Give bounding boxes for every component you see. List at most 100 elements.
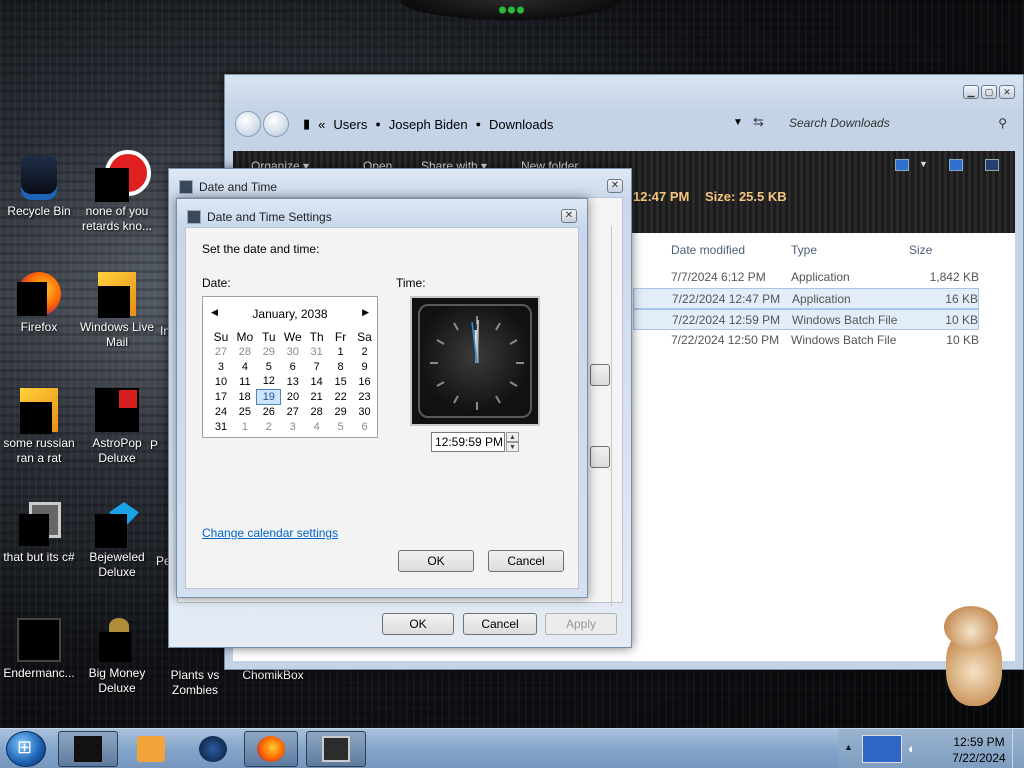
desktop-icon-plants-vs-zombies[interactable]: Plants vs Zombies (156, 668, 234, 698)
change-date-button-partial[interactable] (590, 364, 610, 386)
maximize-button[interactable]: ▢ (981, 85, 997, 99)
view-dropdown-icon[interactable]: ▼ (919, 159, 928, 169)
file-row[interactable]: 7/22/2024 12:59 PM Windows Batch File 10… (633, 309, 979, 330)
change-calendar-settings-link[interactable]: Change calendar settings (202, 526, 338, 540)
calendar-day[interactable]: 28 (305, 404, 329, 419)
calendar-day[interactable]: 30 (353, 404, 377, 419)
address-dropdown-icon[interactable]: ▼ (733, 117, 743, 128)
calendar-day[interactable]: 6 (353, 419, 377, 434)
cancel-button[interactable]: Cancel (463, 613, 537, 635)
column-date-modified[interactable]: Date modified (671, 243, 745, 257)
calendar-day[interactable]: 23 (353, 389, 377, 404)
calendar-day[interactable]: 13 (281, 374, 305, 389)
preview-pane-icon[interactable] (949, 159, 963, 171)
search-icon[interactable]: ⚲ (998, 111, 1007, 135)
calendar-day[interactable]: 21 (305, 389, 329, 404)
calendar-day[interactable]: 2 (353, 344, 377, 359)
calendar-day[interactable]: 12 (257, 374, 281, 389)
calendar-day[interactable]: 31 (209, 419, 233, 434)
desktop-icon-rat[interactable]: some russian ran a rat (0, 388, 78, 466)
calendar-day[interactable]: 11 (233, 374, 257, 389)
breadcrumb-separator-icon[interactable]: ● (375, 119, 380, 129)
file-row[interactable]: 7/7/2024 6:12 PM Application 1,842 KB (633, 267, 979, 288)
calendar-day[interactable]: 4 (233, 359, 257, 374)
desktop-icon-windows-live-mail[interactable]: Windows Live Mail (78, 272, 156, 350)
calendar-day[interactable]: 26 (257, 404, 281, 419)
change-timezone-button-partial[interactable] (590, 446, 610, 468)
calendar-day[interactable]: 25 (233, 404, 257, 419)
column-size[interactable]: Size (909, 243, 932, 257)
breadcrumb-user[interactable]: Joseph Biden (389, 117, 468, 132)
taskbar-button[interactable] (124, 731, 178, 767)
calendar-day[interactable]: 5 (329, 419, 353, 434)
network-icon[interactable]: ◐ (908, 741, 916, 756)
back-button[interactable] (235, 111, 261, 137)
calendar-day[interactable]: 7 (305, 359, 329, 374)
view-icon[interactable] (895, 159, 909, 171)
desktop-icon-program[interactable]: none of you retards kno... (78, 150, 156, 234)
ok-button[interactable]: OK (398, 550, 474, 572)
tray-app-icon[interactable] (862, 735, 902, 763)
desktop-icon-big-money[interactable]: Big Money Deluxe (78, 618, 156, 696)
search-input[interactable]: Search Downloads ⚲ (775, 111, 1013, 135)
forward-button[interactable] (263, 111, 289, 137)
desktop-icon-chomikbox[interactable]: ChomikBox (234, 668, 312, 683)
calendar-day[interactable]: 27 (209, 344, 233, 359)
calendar-day[interactable]: 27 (281, 404, 305, 419)
breadcrumb-separator-icon[interactable]: ● (476, 119, 481, 129)
calendar-day[interactable]: 14 (305, 374, 329, 389)
close-icon[interactable]: ✕ (561, 209, 577, 223)
calendar-day[interactable]: 6 (281, 359, 305, 374)
calendar-day[interactable]: 31 (305, 344, 329, 359)
help-icon[interactable] (985, 159, 999, 171)
file-row[interactable]: 7/22/2024 12:47 PM Application 16 KB (633, 288, 979, 309)
next-month-icon[interactable]: ▶ (362, 307, 369, 318)
calendar-day[interactable]: 1 (329, 344, 353, 359)
cancel-button[interactable]: Cancel (488, 550, 564, 572)
calendar-day[interactable]: 10 (209, 374, 233, 389)
breadcrumb-users[interactable]: Users (333, 117, 367, 132)
calendar-day[interactable]: 2 (257, 419, 281, 434)
desktop-icon-csharp[interactable]: that but its c# (0, 502, 78, 565)
calendar-day[interactable]: 8 (329, 359, 353, 374)
ok-button[interactable]: OK (382, 613, 454, 635)
column-type[interactable]: Type (791, 243, 817, 257)
desktop-icon-firefox[interactable]: Firefox (0, 272, 78, 335)
desktop-icon-bejeweled[interactable]: Bejeweled Deluxe (78, 502, 156, 580)
calendar-day[interactable]: 29 (329, 404, 353, 419)
calendar-day[interactable]: 20 (281, 389, 305, 404)
calendar-day[interactable]: 24 (209, 404, 233, 419)
desktop-icon-endermanch[interactable]: Endermanc... (0, 618, 78, 681)
calendar-day[interactable]: 3 (281, 419, 305, 434)
taskbar-button[interactable] (306, 731, 366, 767)
desktop-icon-recycle-bin[interactable]: Recycle Bin (0, 156, 78, 219)
time-input[interactable]: 12:59:59 PM (431, 432, 505, 452)
start-button[interactable] (6, 731, 46, 767)
spin-down-icon[interactable]: ▼ (506, 442, 519, 452)
minimize-button[interactable]: ▁ (963, 85, 979, 99)
breadcrumb-downloads[interactable]: Downloads (489, 117, 553, 132)
calendar-day[interactable]: 1 (233, 419, 257, 434)
calendar-month-title[interactable]: January, 2038 (203, 307, 377, 321)
calendar-day[interactable]: 29 (257, 344, 281, 359)
calendar-day[interactable]: 28 (233, 344, 257, 359)
show-hidden-icons-icon[interactable]: ▲ (844, 742, 853, 752)
close-icon[interactable]: ✕ (607, 179, 623, 193)
calendar-day[interactable]: 15 (329, 374, 353, 389)
close-button[interactable]: ✕ (999, 85, 1015, 99)
calendar-day[interactable]: 19 (256, 388, 282, 405)
calendar-day[interactable]: 30 (281, 344, 305, 359)
desktop-icon-astropop[interactable]: AstroPop Deluxe (78, 388, 156, 466)
taskbar-button[interactable] (186, 731, 240, 767)
spin-up-icon[interactable]: ▲ (506, 432, 519, 442)
time-spinner[interactable]: ▲ ▼ (506, 432, 519, 452)
calendar-day[interactable]: 17 (209, 389, 233, 404)
calendar-day[interactable]: 22 (329, 389, 353, 404)
refresh-icon[interactable]: ⇆ (753, 114, 764, 130)
breadcrumb-overflow[interactable]: « (318, 117, 325, 132)
calendar-day[interactable]: 4 (305, 419, 329, 434)
taskbar-button[interactable] (58, 731, 118, 767)
taskbar-button[interactable] (244, 731, 298, 767)
calendar-day[interactable]: 9 (353, 359, 377, 374)
desktop-icon-partial[interactable]: P (150, 438, 170, 453)
